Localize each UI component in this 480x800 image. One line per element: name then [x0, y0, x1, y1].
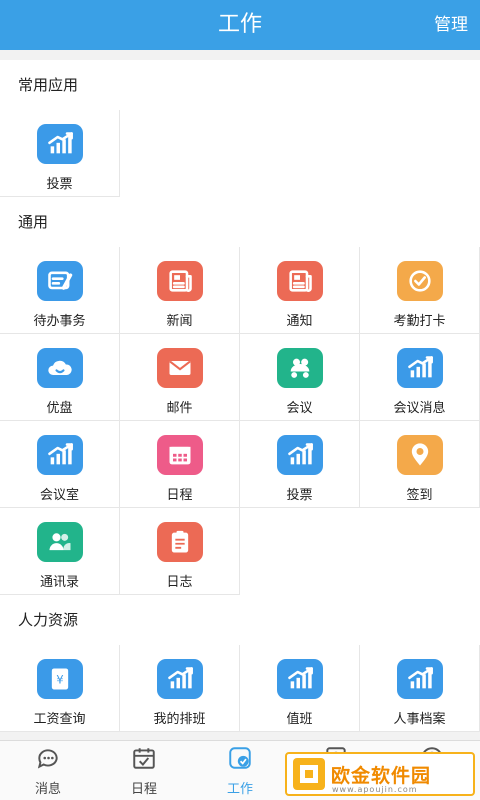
- meeting-icon: [276, 348, 323, 388]
- app-tile-label: 会议: [286, 401, 313, 416]
- chart-icon: [276, 659, 323, 699]
- chart-icon: [156, 659, 203, 699]
- app-header: 工作 管理: [0, 0, 480, 50]
- app-grid-common: 投票: [0, 110, 480, 197]
- chart-icon: [36, 124, 83, 164]
- app-content: 常用应用 投票 通用 待办事务 新闻 通知 考勤打卡优盘 邮件 会议 会议消息会议室 日程 投票…: [0, 50, 480, 740]
- mail-icon: [156, 348, 203, 388]
- manage-button[interactable]: 管理: [434, 0, 468, 50]
- todo-icon: [36, 261, 83, 301]
- location-icon: [396, 435, 443, 475]
- app-tile[interactable]: 值班: [240, 645, 360, 732]
- watermark-text: 欧金软件园: [331, 764, 432, 787]
- app-tile[interactable]: 日志: [120, 508, 240, 595]
- app-tile[interactable]: 投票: [240, 421, 360, 508]
- svg-text:¥: ¥: [56, 673, 63, 687]
- app-tile[interactable]: 优盘: [0, 334, 120, 421]
- app-tile[interactable]: 新闻: [120, 247, 240, 334]
- app-tile-label: 签到: [406, 488, 433, 503]
- section-title-hr: 人力资源: [0, 595, 480, 645]
- app-tile-label: 会议室: [39, 488, 79, 503]
- empty-cell: [120, 110, 240, 197]
- page-title: 工作: [217, 12, 262, 37]
- app-tile-label: 工资查询: [33, 712, 86, 727]
- app-tile[interactable]: 考勤打卡: [360, 247, 480, 334]
- log-icon: [156, 522, 203, 562]
- app-tile[interactable]: 通知: [240, 247, 360, 334]
- tab-calendar[interactable]: 日程: [96, 741, 192, 800]
- calendar-icon: [131, 745, 157, 775]
- tab-label: 日程: [130, 781, 157, 797]
- app-tile[interactable]: 会议: [240, 334, 360, 421]
- app-tile[interactable]: 会议室: [0, 421, 120, 508]
- empty-cell: [240, 110, 360, 197]
- chart-icon: [396, 348, 443, 388]
- app-tile-label: 日志: [166, 575, 193, 590]
- app-tile-label: 邮件: [166, 401, 193, 416]
- app-tile-label: 考勤打卡: [393, 314, 446, 329]
- chart-icon: [36, 435, 83, 475]
- app-tile-label: 投票: [286, 488, 313, 503]
- app-tile-label: 我的排班: [153, 712, 206, 727]
- app-tile[interactable]: 邮件: [120, 334, 240, 421]
- app-tile-label: 投票: [46, 177, 73, 192]
- app-tile[interactable]: 会议消息: [360, 334, 480, 421]
- app-tile-label: 待办事务: [33, 314, 86, 329]
- app-tile[interactable]: 日程: [120, 421, 240, 508]
- checkin-icon: [396, 261, 443, 301]
- chat-icon: [35, 745, 61, 775]
- app-tile-label: 优盘: [46, 401, 73, 416]
- tab-label: 工作: [226, 781, 253, 797]
- app-tile[interactable]: 通讯录: [0, 508, 120, 595]
- section-title-general: 通用: [0, 197, 480, 247]
- app-tile[interactable]: 投票: [0, 110, 120, 197]
- chart-icon: [276, 435, 323, 475]
- tab-label: 消息: [34, 781, 61, 797]
- chart-icon: [396, 659, 443, 699]
- app-tile[interactable]: 人事档案: [360, 645, 480, 732]
- app-tile-label: 通讯录: [39, 575, 79, 590]
- section-title-common: 常用应用: [0, 60, 480, 110]
- contacts-icon: [36, 522, 83, 562]
- app-tile[interactable]: 签到: [360, 421, 480, 508]
- notice-icon: [276, 261, 323, 301]
- watermark-subtext: www.apoujin.com: [332, 785, 418, 794]
- news-icon: [156, 261, 203, 301]
- tab-work[interactable]: 工作: [192, 741, 288, 800]
- salary-icon: ¥: [36, 659, 83, 699]
- app-tile-label: 日程: [166, 488, 193, 503]
- app-tile-label: 新闻: [166, 314, 193, 329]
- app-tile[interactable]: 待办事务: [0, 247, 120, 334]
- tab-chat[interactable]: 消息: [0, 741, 96, 800]
- app-tile-label: 人事档案: [393, 712, 446, 727]
- app-tile-label: 值班: [286, 712, 313, 727]
- app-grid-general: 待办事务 新闻 通知 考勤打卡优盘 邮件 会议 会议消息会议室 日程 投票 签到通讯录 日志: [0, 247, 480, 595]
- cloud-icon: [36, 348, 83, 388]
- app-tile[interactable]: 我的排班: [120, 645, 240, 732]
- work-icon: [227, 745, 253, 775]
- watermark-icon: [293, 758, 325, 790]
- app-tile-label: 通知: [286, 314, 313, 329]
- app-grid-hr: ¥ 工资查询 我的排班 值班 人事档案: [0, 645, 480, 732]
- app-tile[interactable]: ¥ 工资查询: [0, 645, 120, 732]
- empty-cell: [360, 508, 480, 595]
- empty-cell: [240, 508, 360, 595]
- empty-cell: [360, 110, 480, 197]
- app-tile-label: 会议消息: [393, 401, 446, 416]
- calendar-icon: [156, 435, 203, 475]
